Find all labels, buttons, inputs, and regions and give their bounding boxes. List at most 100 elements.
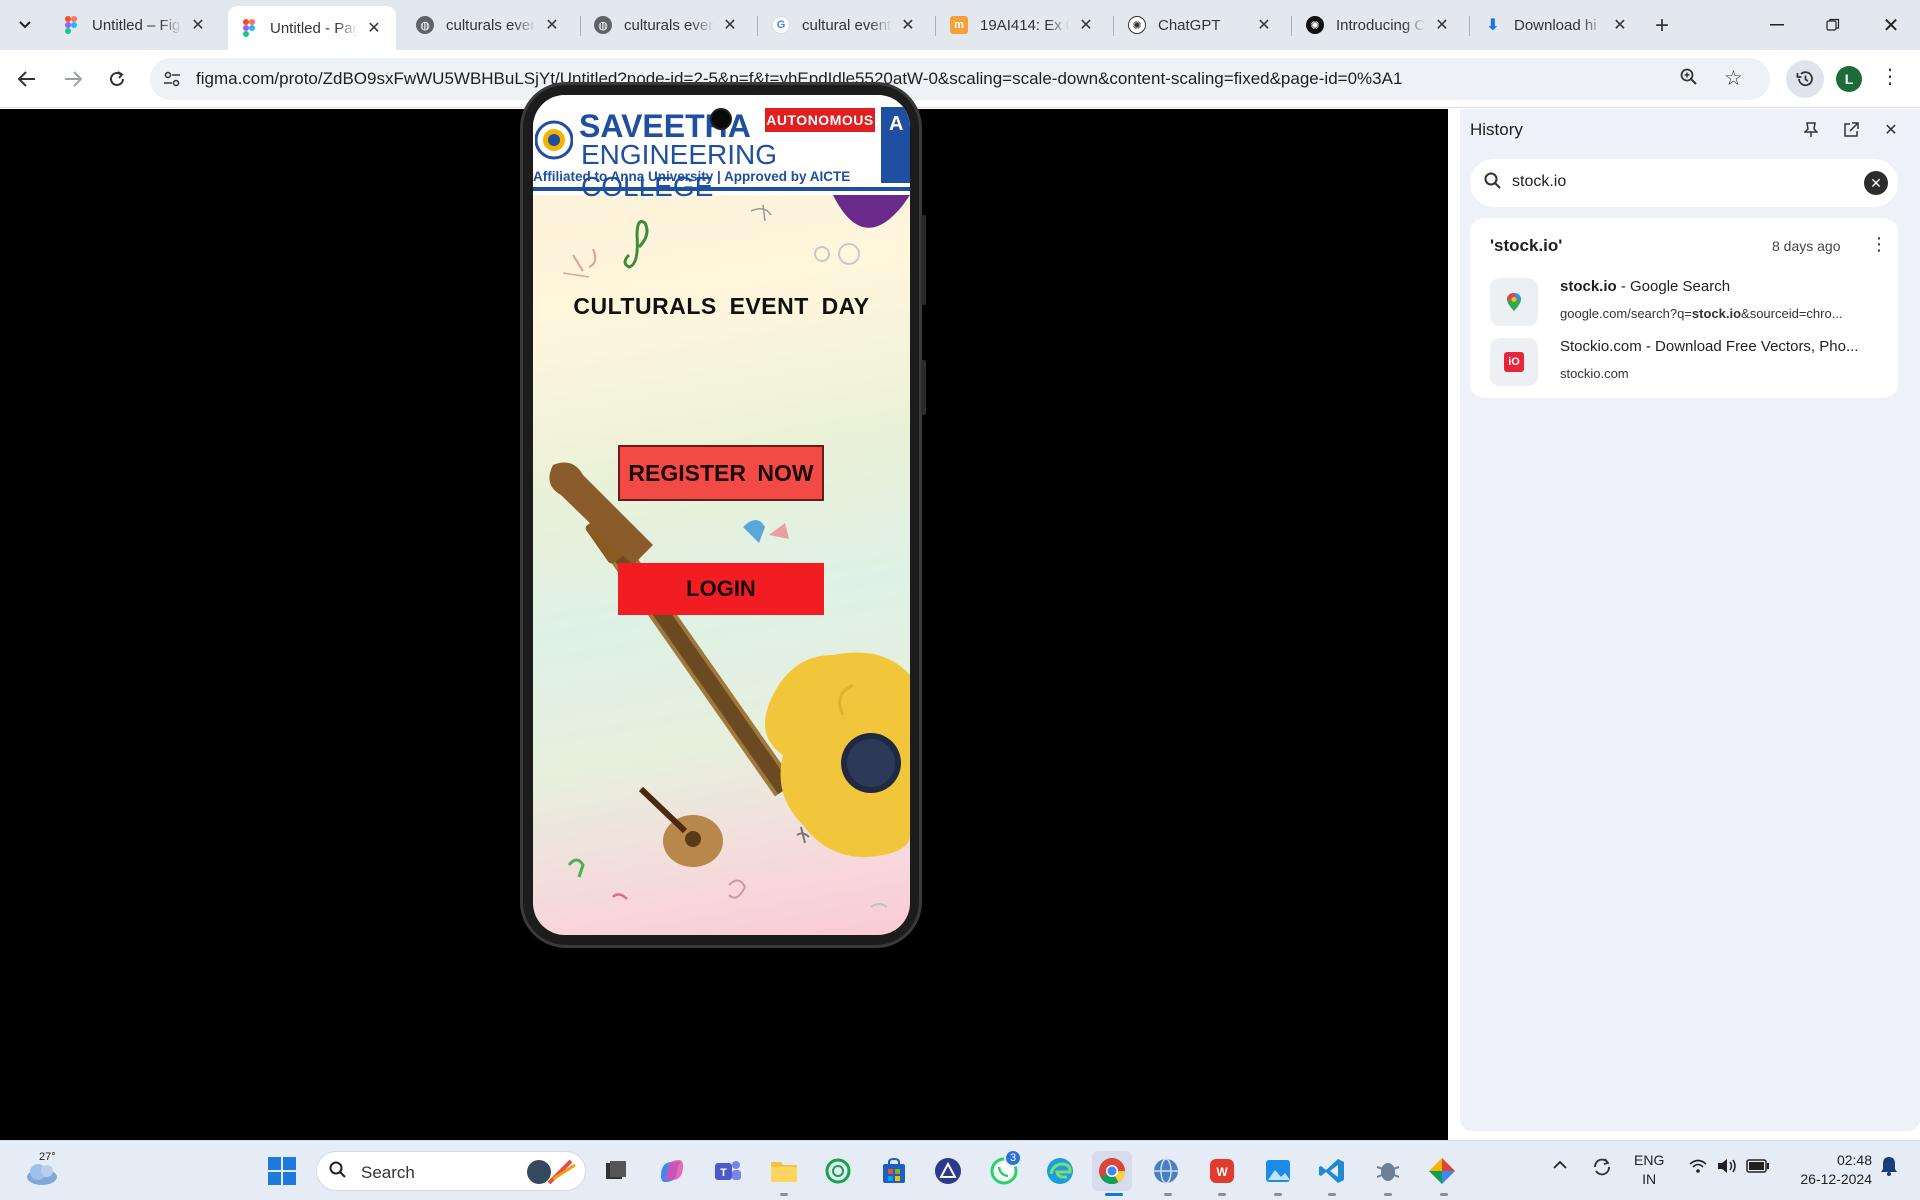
clock-time: 02:48 <box>1836 1152 1872 1168</box>
edge-icon <box>1047 1158 1073 1184</box>
kebab-menu-icon[interactable]: ⋮ <box>1880 64 1900 89</box>
running-indicator <box>1328 1193 1336 1196</box>
tab-4[interactable]: ◍ culturals event ✕ <box>582 6 752 44</box>
copilot-app[interactable] <box>652 1151 692 1191</box>
network-globe-app[interactable] <box>1146 1151 1186 1191</box>
minimize-button[interactable] <box>1754 8 1800 42</box>
show-hidden-icons-chevron-icon[interactable] <box>1552 1157 1568 1174</box>
copilot-icon <box>661 1160 683 1182</box>
gemini-app[interactable] <box>1422 1151 1462 1191</box>
close-icon[interactable]: ✕ <box>1432 15 1452 35</box>
close-icon[interactable]: ✕ <box>898 15 918 35</box>
tab-9[interactable]: ⬇ Download hi ✕ <box>1472 6 1642 44</box>
login-button[interactable]: LOGIN <box>618 563 824 615</box>
system-clock[interactable]: 02:48 26-12-2024 <box>1786 1151 1872 1189</box>
back-button[interactable] <box>12 64 42 94</box>
tab-6[interactable]: m 19AI414: Ex 0 ✕ <box>938 6 1108 44</box>
tab-8[interactable]: ✺ Introducing C ✕ <box>1294 6 1464 44</box>
folder-icon <box>771 1162 797 1182</box>
history-button[interactable] <box>1786 60 1824 98</box>
history-item-title: Stockio.com - Download Free Vectors, Pho… <box>1560 338 1880 355</box>
history-item-url-match: stock.io <box>1691 306 1742 321</box>
close-icon[interactable]: ✕ <box>720 15 740 35</box>
affinity-app[interactable] <box>928 1151 968 1191</box>
weather-temperature: 27° <box>39 1151 56 1163</box>
search-icon <box>329 1161 347 1184</box>
restore-icon <box>1826 18 1840 31</box>
close-window-button[interactable]: ✕ <box>1868 8 1914 42</box>
site-info-icon[interactable] <box>162 69 182 89</box>
autonomous-badge: AUTONOMOUS <box>765 108 875 132</box>
banner-divider <box>533 187 910 191</box>
close-panel-icon[interactable]: ✕ <box>1878 117 1904 143</box>
vscode-app[interactable] <box>1312 1151 1352 1191</box>
edge-app[interactable] <box>1040 1151 1080 1191</box>
tab-title: ChatGPT <box>1158 16 1221 34</box>
windows-taskbar: 27° Search T 3 W ENG IN 02:48 26-12-2024 <box>0 1140 1920 1200</box>
zoom-icon[interactable] <box>1680 68 1698 91</box>
file-explorer-app[interactable] <box>764 1151 804 1191</box>
notification-bell-icon[interactable] <box>1880 1155 1898 1181</box>
sync-circle-icon <box>825 1158 851 1184</box>
taskbar-search[interactable]: Search <box>316 1151 586 1191</box>
photos-app[interactable] <box>1258 1151 1298 1191</box>
close-icon[interactable]: ✕ <box>1610 15 1630 35</box>
volume-icon[interactable] <box>1716 1157 1738 1179</box>
open-in-new-tab-icon[interactable] <box>1838 117 1864 143</box>
tab-title: Introducing C <box>1336 16 1426 34</box>
svg-text:W: W <box>1216 1165 1228 1179</box>
more-options-icon[interactable]: ⋮ <box>1870 234 1888 255</box>
register-now-button[interactable]: REGISTER NOW <box>618 445 824 501</box>
tab-2-active[interactable]: Untitled - Page 1 ✕ <box>228 6 396 50</box>
task-view-button[interactable] <box>596 1151 636 1191</box>
tab-7[interactable]: ✺ ChatGPT ✕ <box>1116 6 1286 44</box>
history-search-input[interactable]: stock.io ✕ <box>1470 159 1898 207</box>
microsoft-store-app[interactable] <box>874 1151 914 1191</box>
forward-button[interactable] <box>58 64 88 94</box>
tab-search-button[interactable] <box>10 10 40 40</box>
wifi-icon[interactable] <box>1688 1158 1708 1178</box>
close-icon[interactable]: ✕ <box>542 15 562 35</box>
windows-start-button[interactable] <box>262 1151 302 1191</box>
music-artwork-image <box>549 195 910 908</box>
tab-1[interactable]: Untitled – Figma ✕ <box>50 6 220 44</box>
history-item-url-post: &sourceid=chro... <box>1741 306 1843 321</box>
close-icon[interactable]: ✕ <box>364 18 384 38</box>
history-item-title: stock.io - Google Search <box>1560 278 1880 295</box>
new-tab-button[interactable]: + <box>1648 12 1676 40</box>
tab-separator <box>580 16 581 36</box>
address-bar[interactable]: figma.com/proto/ZdBO9sxFwWU5WBHBuLSjYt/U… <box>150 58 1770 100</box>
globe-icon: ◍ <box>594 16 612 34</box>
tab-3[interactable]: ◍ culturals event ✕ <box>404 6 574 44</box>
clear-search-icon[interactable]: ✕ <box>1864 171 1888 195</box>
history-item[interactable]: iO Stockio.com - Download Free Vectors, … <box>1490 334 1890 390</box>
restore-button[interactable] <box>1810 8 1856 42</box>
close-icon[interactable]: ✕ <box>1076 15 1096 35</box>
sync-status-icon[interactable] <box>1590 1155 1614 1183</box>
language-indicator[interactable]: ENG IN <box>1634 1151 1664 1189</box>
history-item-title-rest: Stockio.com - Download Free Vectors, Pho… <box>1560 338 1859 355</box>
tab-separator <box>757 16 758 36</box>
openai-icon: ✺ <box>1306 16 1324 34</box>
teams-app[interactable]: T <box>708 1151 748 1191</box>
sync-app[interactable] <box>818 1151 858 1191</box>
diamond-app-icon <box>1429 1158 1455 1184</box>
chrome-app[interactable] <box>1092 1151 1132 1191</box>
pin-icon[interactable] <box>1798 117 1824 143</box>
vscode-icon <box>1319 1159 1344 1183</box>
history-item-url: stockio.com <box>1560 366 1880 381</box>
debug-tool-app[interactable] <box>1368 1151 1408 1191</box>
reload-button[interactable] <box>102 64 132 94</box>
history-search-value[interactable]: stock.io <box>1512 173 1566 191</box>
tab-5[interactable]: G cultural event ✕ <box>760 6 930 44</box>
history-item[interactable]: stock.io - Google Search google.com/sear… <box>1490 274 1890 330</box>
bookmark-star-icon[interactable]: ☆ <box>1724 66 1743 91</box>
close-icon[interactable]: ✕ <box>188 15 208 35</box>
wps-office-app[interactable]: W <box>1202 1151 1242 1191</box>
college-affiliation: Affiliated to Anna University | Approved… <box>533 169 851 184</box>
battery-icon[interactable] <box>1746 1159 1770 1177</box>
profile-avatar[interactable]: L <box>1836 66 1862 92</box>
naac-grade-label: A <box>889 113 904 135</box>
close-icon[interactable]: ✕ <box>1254 15 1274 35</box>
chevron-down-icon <box>19 21 31 29</box>
